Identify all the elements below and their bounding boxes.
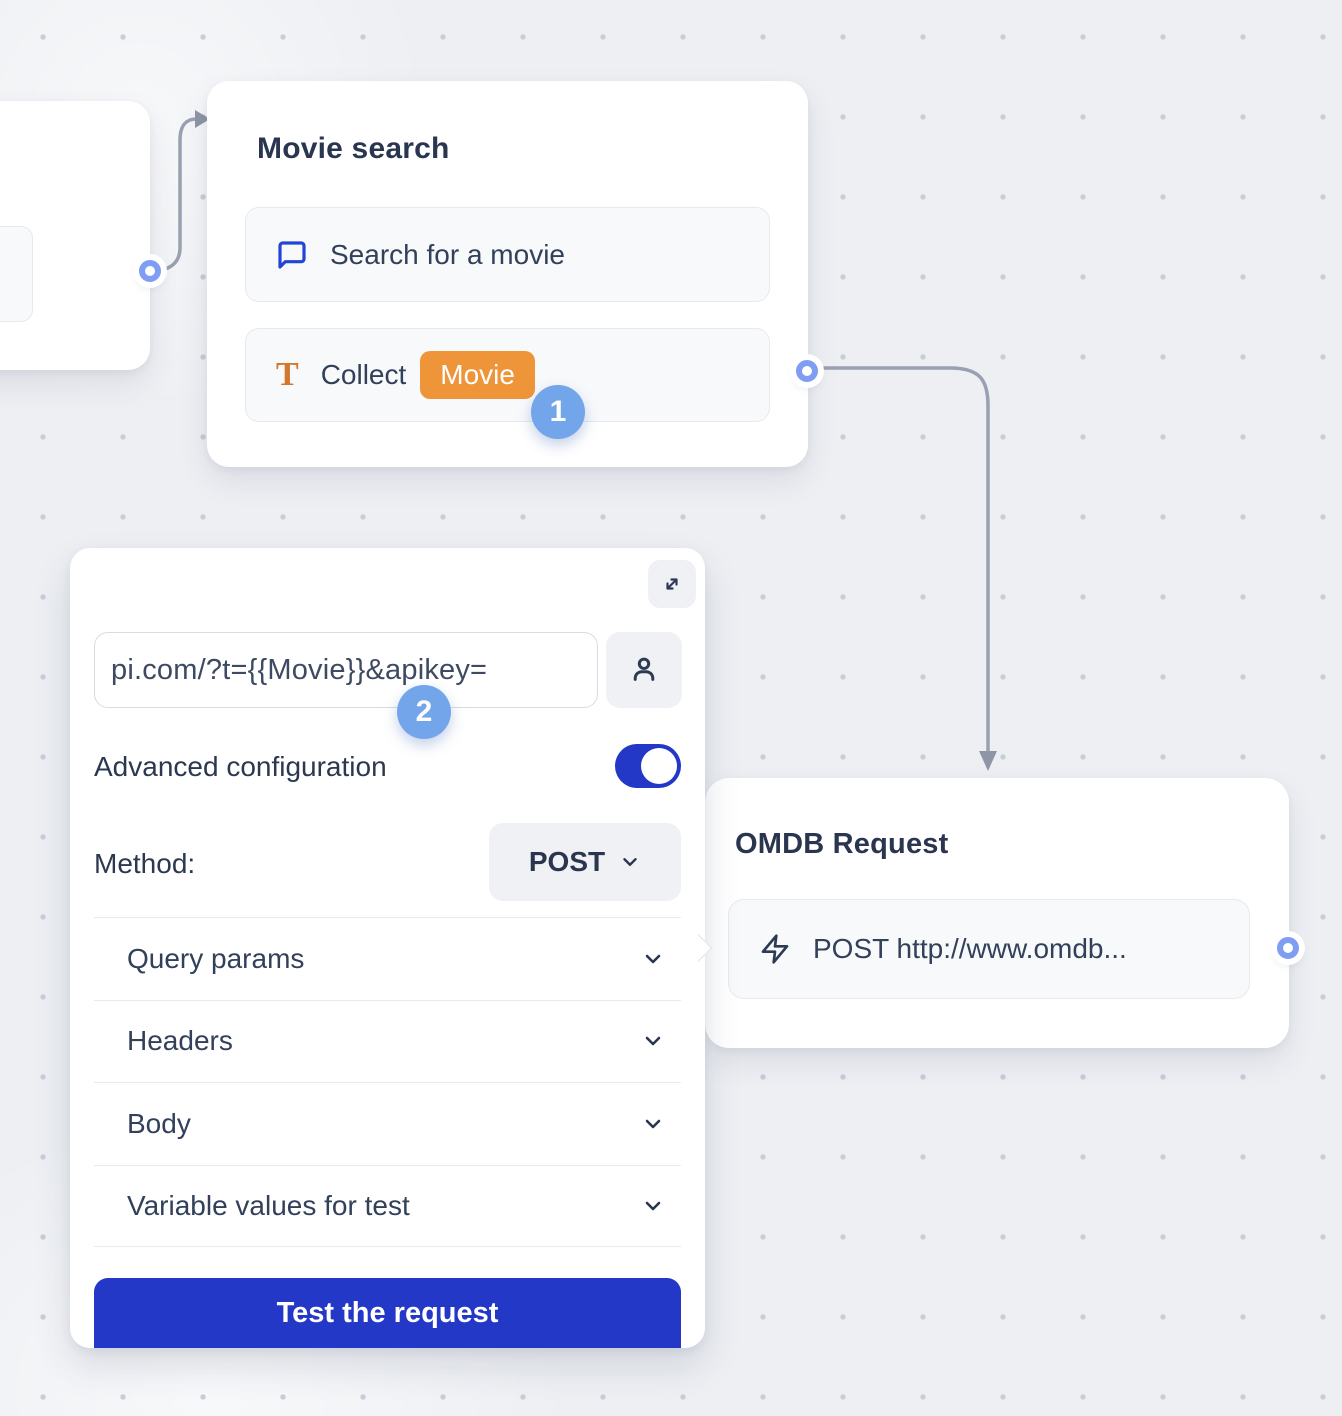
webhook-config-panel: 2 Advanced configuration Method: POST Qu… bbox=[70, 548, 705, 1348]
node-item-omdb-post[interactable]: POST http://www.omdb... bbox=[728, 899, 1250, 999]
node-item-label: CollectMovie bbox=[321, 351, 535, 399]
test-request-button[interactable]: Test the request bbox=[94, 1278, 681, 1348]
user-variable-button[interactable] bbox=[606, 632, 682, 708]
output-port-partial-node[interactable] bbox=[139, 260, 161, 282]
chevron-down-icon bbox=[641, 947, 665, 971]
method-select[interactable]: POST bbox=[489, 823, 681, 901]
output-port-movie-search[interactable] bbox=[796, 360, 818, 382]
section-variable-values[interactable]: Variable values for test bbox=[94, 1165, 681, 1248]
expand-icon bbox=[660, 572, 684, 596]
arrowhead-down-icon bbox=[979, 751, 997, 771]
message-square-icon bbox=[276, 239, 308, 271]
section-headers[interactable]: Headers bbox=[94, 1000, 681, 1083]
node-card-omdb-request[interactable]: OMDB Request POST http://www.omdb... bbox=[705, 778, 1289, 1048]
node-title: OMDB Request bbox=[735, 828, 948, 861]
flow-canvas[interactable]: Movie search Search for a movie T Collec… bbox=[0, 0, 1342, 1416]
step-badge-2: 2 bbox=[397, 685, 451, 739]
chevron-down-icon bbox=[619, 851, 641, 873]
user-icon bbox=[627, 653, 661, 687]
node-card-partial[interactable] bbox=[0, 101, 150, 370]
chevron-down-icon bbox=[641, 1194, 665, 1218]
node-item-search-for-movie[interactable]: Search for a movie bbox=[245, 207, 770, 302]
node-item-label: POST http://www.omdb... bbox=[813, 933, 1127, 965]
chevron-down-icon bbox=[641, 1112, 665, 1136]
advanced-configuration-label: Advanced configuration bbox=[94, 751, 387, 783]
url-input[interactable] bbox=[94, 632, 598, 708]
section-query-params[interactable]: Query params bbox=[94, 917, 681, 1000]
toggle-knob bbox=[641, 748, 677, 784]
node-item-label: Search for a movie bbox=[330, 239, 565, 271]
node-item-collect-movie[interactable]: T CollectMovie bbox=[245, 328, 770, 422]
section-body[interactable]: Body bbox=[94, 1082, 681, 1165]
accordion-sections: Query params Headers Body Variable value… bbox=[94, 917, 681, 1247]
variable-badge: Movie bbox=[420, 351, 535, 399]
zap-icon bbox=[759, 933, 791, 965]
text-variable-icon: T bbox=[276, 358, 299, 392]
node-card-movie-search[interactable]: Movie search Search for a movie T Collec… bbox=[207, 81, 808, 467]
method-label: Method: bbox=[94, 848, 195, 880]
connector-movie-search-to-omdb bbox=[818, 368, 988, 753]
node-item-partial[interactable] bbox=[0, 226, 33, 322]
chevron-down-icon bbox=[641, 1029, 665, 1053]
output-port-omdb-request[interactable] bbox=[1277, 937, 1299, 959]
node-title: Movie search bbox=[257, 132, 450, 166]
step-badge-1: 1 bbox=[531, 385, 585, 439]
method-value: POST bbox=[529, 846, 605, 878]
connector-left-to-movie-search bbox=[152, 119, 196, 271]
expand-button[interactable] bbox=[648, 560, 696, 608]
advanced-configuration-toggle[interactable] bbox=[615, 744, 681, 788]
